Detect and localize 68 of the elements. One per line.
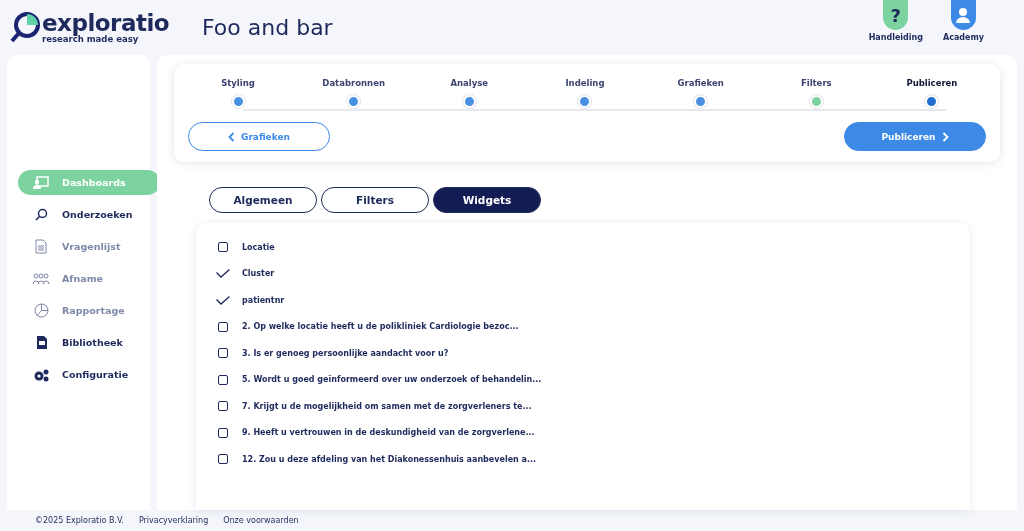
action-label: Handleiding: [868, 33, 923, 42]
people-icon: [32, 272, 50, 285]
nav-item[interactable]: Bibliotheek: [18, 330, 160, 355]
nav-item[interactable]: Configuratie: [18, 362, 160, 387]
step-dot[interactable]: [925, 95, 939, 108]
checkbox[interactable]: [218, 454, 228, 464]
copyright: ©2025 Exploratio B.V.: [35, 516, 124, 525]
widget-label: Locatie: [242, 242, 275, 252]
checkbox[interactable]: [218, 348, 228, 358]
footer-link[interactable]: Onze voorwaarden: [223, 516, 299, 525]
back-button[interactable]: Grafieken: [188, 122, 330, 151]
document-icon: [35, 239, 47, 254]
logo-icon: [10, 11, 40, 44]
step-label: Filters: [800, 78, 832, 88]
step-label: Styling: [221, 78, 255, 88]
step-dot[interactable]: [694, 95, 708, 108]
checkbox[interactable]: [218, 401, 228, 411]
book-icon: [34, 335, 48, 350]
checkbox[interactable]: [218, 427, 228, 438]
widget-label: Cluster: [242, 269, 275, 278]
step-dot[interactable]: [578, 95, 592, 108]
nav-label: Onderzoeken: [62, 209, 133, 220]
widget-label: 3. Is er genoeg persoonlijke aandacht voor u?: [242, 348, 449, 358]
widget-label: 7. Krijgt u de mogelijkheid om samen met de zorgverleners te...: [242, 401, 532, 411]
nav-label: Afname: [62, 273, 103, 284]
step-label: Databronnen: [322, 78, 385, 88]
chevron-left-icon: [228, 131, 236, 142]
logo-name: exploratio: [42, 11, 170, 35]
checkbox[interactable]: [218, 321, 228, 332]
step-label: Analyse: [450, 78, 489, 88]
tab[interactable]: Algemeen: [209, 187, 317, 213]
presentation-icon: [33, 175, 49, 190]
action-label: Academy: [942, 33, 984, 42]
widget-label: 12. Zou u deze afdeling van het Diakonessenhuis aanbevelen a...: [242, 454, 537, 464]
checkbox[interactable]: [218, 374, 228, 385]
checkmark-icon[interactable]: [216, 295, 230, 305]
step-dot[interactable]: [462, 95, 476, 108]
step-dot[interactable]: [231, 95, 245, 108]
step-label: Grafieken: [677, 78, 724, 88]
step-dot[interactable]: [347, 95, 361, 108]
tab[interactable]: Widgets: [433, 187, 541, 213]
step-dot[interactable]: [809, 95, 823, 108]
checkbox[interactable]: [218, 242, 228, 252]
gears-icon: [32, 367, 50, 382]
nav-item[interactable]: Onderzoeken: [18, 202, 160, 227]
user-button[interactable]: [950, 0, 976, 30]
logo-tagline: research made easy: [42, 34, 139, 44]
widget-label: 2. Op welke locatie heeft u de polikliniek Cardiologie bezoc...: [242, 322, 519, 331]
widget-label: patientnr: [242, 295, 285, 305]
widget-label: 5. Wordt u goed geïnformeerd over uw onderzoek of behandelin...: [242, 375, 542, 384]
widget-label: 9. Heeft u vertrouwen in de deskundigheid van de zorgverlene...: [242, 428, 535, 437]
nav-label: Dashboards: [62, 177, 126, 188]
step-label: Indeling: [565, 78, 605, 88]
nav-label: Bibliotheek: [62, 337, 123, 348]
help-button[interactable]: ?: [883, 0, 909, 30]
user-icon: [955, 7, 972, 23]
footer-link[interactable]: Privacyverklaring: [138, 516, 209, 525]
next-button[interactable]: Publiceren: [844, 122, 986, 151]
checkmark-icon[interactable]: [216, 269, 230, 278]
step-label: Publiceren: [906, 78, 958, 88]
pie-chart-icon: [33, 303, 49, 318]
nav-label: Configuratie: [62, 369, 129, 380]
chevron-right-icon: [941, 131, 949, 142]
nav-label: Vragenlijst: [62, 241, 121, 252]
page-title: Foo and bar: [202, 15, 334, 40]
nav-label: Rapportage: [62, 305, 125, 316]
tab[interactable]: Filters: [321, 187, 429, 213]
search-icon: [34, 208, 48, 221]
